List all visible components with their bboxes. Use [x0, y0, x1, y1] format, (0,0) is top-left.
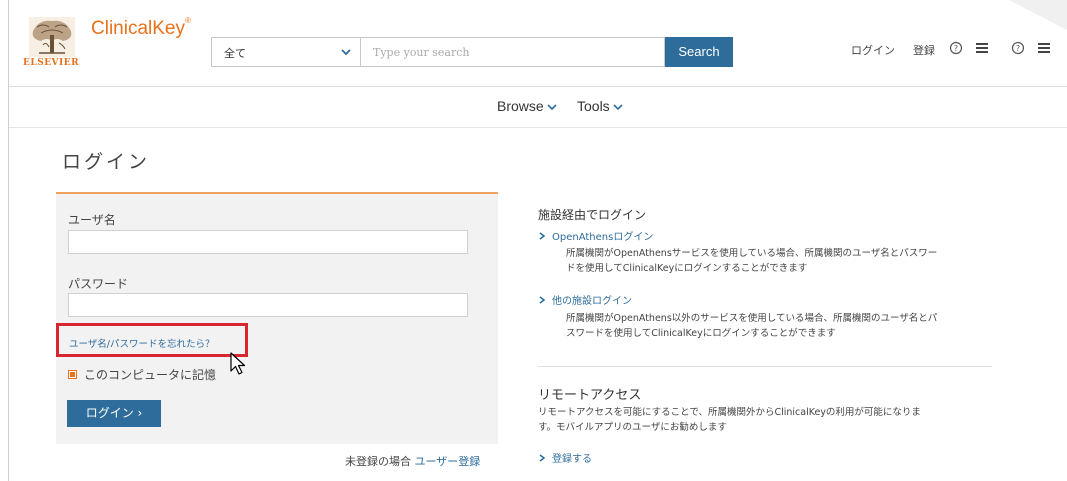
institution-title: 施設経由でログイン	[538, 208, 647, 222]
remote-desc-line-2: す。モバイルアプリのユーザにお勧めします	[538, 422, 727, 433]
search-scope-select[interactable]: 全て	[211, 37, 361, 67]
remote-desc-line-1: リモートアクセスを可能にすることで、所属機関外からClinicalKeyの利用が…	[538, 407, 921, 418]
brand-name[interactable]: ClinicalKey®	[91, 16, 191, 40]
section-divider	[538, 366, 992, 367]
svg-text:?: ?	[954, 44, 958, 53]
openathens-link-label: OpenAthensログイン	[552, 232, 654, 243]
remote-register-link[interactable]: 登録する	[538, 450, 998, 465]
brand-label: ClinicalKey	[91, 18, 185, 39]
remember-checkbox[interactable]	[68, 370, 77, 379]
chevron-down-icon	[341, 49, 351, 56]
openathens-description: 所属機関がOpenAthensサービスを使用している場合、所属機関のユーザ名とパ…	[566, 246, 1026, 276]
logo-text: ELSEVIER	[23, 58, 80, 68]
help-icon[interactable]: ?	[1011, 41, 1025, 55]
remote-access-title: リモートアクセス	[538, 388, 642, 403]
other-desc-line-1: 所属機関がOpenAthens以外のサービスを使用している場合、所属機関のユーザ…	[566, 313, 938, 324]
other-institution-link[interactable]: 他の施設ログイン	[538, 292, 998, 307]
nav-browse-label: Browse	[497, 98, 544, 114]
help-icon[interactable]: ?	[949, 41, 963, 55]
register-text: 未登録の場合	[345, 455, 411, 468]
chevron-down-icon	[547, 104, 557, 111]
forgot-highlight-box: ユーザ名/パスワードを忘れたら？	[56, 323, 248, 357]
openathens-link[interactable]: OpenAthensログイン	[538, 228, 998, 243]
site-header: ELSEVIER ClinicalKey® 全て Search ログイン 登録 …	[9, 0, 1067, 87]
nav-tools[interactable]: Tools	[577, 98, 623, 114]
password-field[interactable]	[68, 293, 468, 317]
tree-logo-icon	[29, 17, 75, 57]
remote-access-description: リモートアクセスを可能にすることで、所属機関外からClinicalKeyの利用が…	[538, 405, 998, 435]
nav-browse[interactable]: Browse	[497, 98, 557, 114]
remote-register-link-label: 登録する	[552, 454, 592, 465]
other-institution-link-label: 他の施設ログイン	[552, 296, 632, 307]
openathens-desc-line-1: 所属機関がOpenAthensサービスを使用している場合、所属機関のユーザ名とパ…	[566, 248, 938, 259]
username-field[interactable]	[68, 230, 468, 254]
search-scope-value: 全て	[224, 47, 246, 60]
menu-icon[interactable]	[975, 41, 989, 55]
other-desc-line-2: スワードを使用してClinicalKeyにログインすることができます	[566, 328, 836, 339]
register-line: 未登録の場合 ユーザー登録	[345, 453, 480, 469]
search-button[interactable]: Search	[665, 37, 733, 67]
chevron-right-icon	[539, 296, 546, 304]
brand-mark: ®	[184, 16, 191, 25]
register-link[interactable]: ユーザー登録	[415, 455, 481, 468]
search-input[interactable]	[361, 37, 665, 67]
chevron-down-icon	[613, 104, 623, 111]
username-label: ユーザ名	[68, 213, 116, 227]
login-button[interactable]: ログイン ›	[67, 400, 161, 427]
other-institution-description: 所属機関がOpenAthens以外のサービスを使用している場合、所属機関のユーザ…	[566, 311, 1026, 341]
svg-text:?: ?	[1016, 44, 1020, 53]
chevron-right-icon	[539, 232, 546, 240]
nav-tools-label: Tools	[577, 98, 610, 114]
menu-icon[interactable]	[1037, 41, 1051, 55]
header-register-link[interactable]: 登録	[913, 42, 935, 58]
mouse-cursor-icon	[230, 352, 246, 375]
main-nav: Browse Tools	[9, 87, 1067, 128]
password-label: パスワード	[68, 277, 129, 291]
page-title: ログイン	[62, 151, 151, 173]
remember-label: このコンピュータに記憶	[84, 368, 217, 382]
header-login-link[interactable]: ログイン	[851, 42, 895, 58]
login-panel: ユーザ名 パスワード ユーザ名/パスワードを忘れたら？ このコンピュータに記憶 …	[56, 192, 498, 444]
openathens-desc-line-2: ドを使用してClinicalKeyにログインすることができます	[566, 263, 808, 274]
chevron-right-icon	[539, 454, 546, 462]
elsevier-logo[interactable]: ELSEVIER	[23, 17, 83, 73]
forgot-password-link[interactable]: ユーザ名/パスワードを忘れたら？	[69, 336, 215, 350]
